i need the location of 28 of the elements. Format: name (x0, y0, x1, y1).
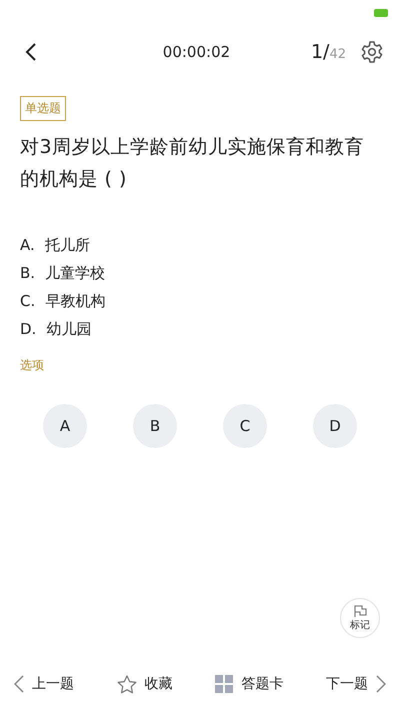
question-type-tag: 单选题 (20, 96, 66, 121)
option-text: 幼儿园 (46, 319, 92, 340)
chevron-right-icon (376, 675, 386, 693)
mark-button[interactable]: 标记 (340, 598, 380, 638)
option-letter: C. (20, 291, 36, 312)
option-text: 早教机构 (45, 291, 106, 312)
question-text: 对3周岁以上学龄前幼儿实施保育和教育的机构是 ( ) (20, 135, 366, 192)
answer-choice[interactable]: A (43, 404, 87, 448)
option-text: 儿童学校 (45, 263, 106, 284)
timer: 00:00:02 (162, 43, 232, 61)
settings-button[interactable] (360, 40, 384, 64)
answer-card-button[interactable]: 答题卡 (215, 675, 284, 693)
flag-icon (353, 604, 367, 618)
star-icon (116, 674, 137, 694)
option-letter: B. (20, 263, 36, 284)
next-button[interactable]: 下一题 (326, 675, 386, 693)
option-text: 托儿所 (44, 235, 90, 256)
answer-choice[interactable]: C (223, 404, 267, 448)
favorite-button[interactable]: 收藏 (116, 674, 173, 694)
option-letter: D. (20, 319, 36, 340)
previous-button[interactable]: 上一题 (14, 675, 74, 693)
answer-label: 选项 (20, 357, 45, 374)
answer-choice[interactable]: D (313, 404, 357, 448)
answer-choice[interactable]: B (133, 404, 177, 448)
grid-icon (215, 675, 234, 693)
option-letter: A. (20, 235, 35, 256)
chevron-left-icon (14, 675, 24, 693)
battery-icon (374, 9, 388, 17)
